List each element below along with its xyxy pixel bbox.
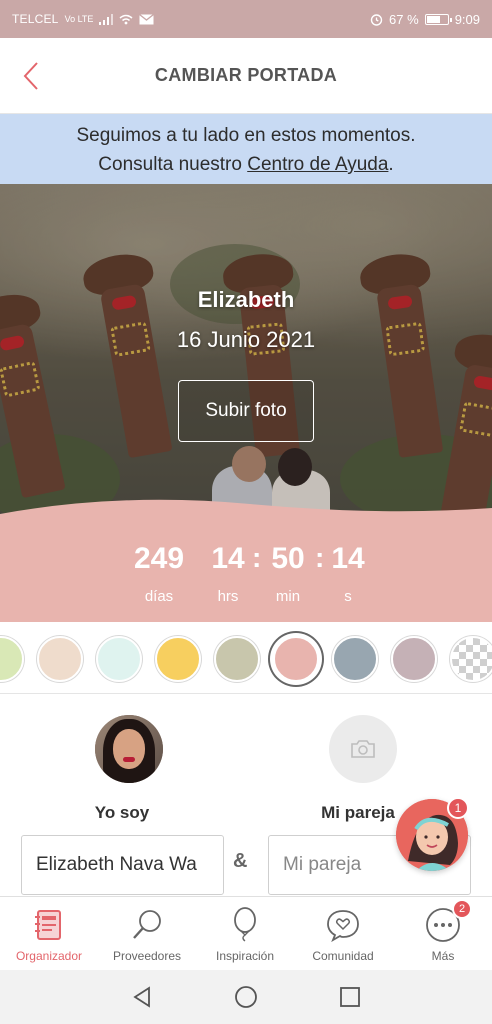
clock: 9:09: [454, 11, 480, 27]
triangle-back-icon: [133, 986, 150, 1008]
color-swatch[interactable]: [96, 636, 142, 682]
system-navigation-bar: [0, 970, 492, 1024]
banner-prefix: Consulta nuestro: [98, 154, 248, 175]
nav-comunidad[interactable]: Comunidad: [294, 897, 392, 971]
mail-icon: [139, 13, 155, 24]
countdown-days: 249: [133, 542, 185, 575]
countdown-seconds-label: s: [344, 588, 352, 605]
banner-suffix: .: [388, 154, 394, 175]
countdown: 249 14 : 50 : 14 días hrs min s: [0, 498, 492, 622]
square-recents-icon: [340, 987, 360, 1007]
color-swatch[interactable]: [155, 636, 201, 682]
circle-home-icon: [235, 986, 257, 1008]
countdown-minutes-label: min: [275, 588, 301, 605]
countdown-values: 249 14 : 50 : 14 días hrs min s: [0, 542, 492, 612]
cover-name: Elizabeth: [197, 287, 295, 312]
nav-organizador[interactable]: Organizador: [0, 897, 98, 971]
nav-label: Proveedores: [112, 949, 182, 963]
wifi-icon: [119, 14, 133, 24]
cover-photo: Elizabeth 16 Junio 2021 Subir foto: [0, 184, 492, 514]
balloon-icon: [225, 905, 265, 945]
avatar[interactable]: [95, 715, 163, 783]
color-swatch[interactable]: [332, 636, 378, 682]
upload-photo-button[interactable]: Subir foto: [178, 380, 314, 442]
system-back-button[interactable]: [128, 983, 156, 1011]
color-swatch[interactable]: [273, 636, 319, 682]
page-title: CAMBIAR PORTADA: [154, 65, 338, 85]
notification-badge: 2: [452, 899, 472, 919]
countdown-seconds: 14: [331, 542, 365, 575]
countdown-separator: :: [315, 542, 325, 573]
bottom-navigation: Organizador Proveedores Inspiración Comu…: [0, 896, 492, 970]
countdown-days-label: días: [144, 588, 174, 605]
partner-photo-button[interactable]: [329, 715, 397, 783]
nav-label: Comunidad: [312, 949, 374, 963]
community-heart-icon: [323, 905, 363, 945]
back-button[interactable]: [14, 58, 48, 94]
signal-icon: [99, 13, 114, 25]
swatch-transparent[interactable]: [450, 636, 492, 682]
countdown-separator: :: [252, 542, 262, 573]
network-type: Vo LTE: [64, 13, 94, 24]
nav-label: Organizador: [15, 949, 83, 963]
organizer-icon: [29, 905, 69, 945]
system-home-button[interactable]: [232, 983, 260, 1011]
color-swatch-picker: [0, 622, 492, 694]
help-banner: Seguimos a tu lado en estos momentos. Co…: [0, 114, 492, 184]
battery-percent: 67 %: [389, 11, 419, 27]
help-center-link[interactable]: Centro de Ayuda: [247, 154, 388, 175]
nav-label: Inspiración: [215, 949, 275, 963]
color-swatch[interactable]: [214, 636, 260, 682]
wedding-date: 16 Junio 2021: [176, 327, 316, 352]
battery-icon: [424, 13, 452, 25]
countdown-hours-label: hrs: [217, 588, 239, 605]
countdown-minutes: 50: [271, 542, 305, 575]
color-swatch[interactable]: [37, 636, 83, 682]
status-bar: TELCEL Vo LTE 67 % 9:09: [0, 0, 492, 38]
color-swatch[interactable]: [0, 636, 24, 682]
camera-icon: [351, 740, 375, 758]
chat-notification-badge: 1: [447, 797, 469, 819]
ampersand: &: [233, 850, 248, 872]
nav-mas[interactable]: Más 2: [394, 897, 492, 971]
nav-inspiracion[interactable]: Inspiración: [196, 897, 294, 971]
chevron-left-icon: [23, 62, 38, 90]
system-recents-button[interactable]: [336, 983, 364, 1011]
nav-label: Más: [431, 949, 455, 963]
search-icon: [127, 905, 167, 945]
my-name-field[interactable]: Elizabeth Nava Wa: [21, 835, 224, 895]
banner-line-1: Seguimos a tu lado en estos momentos.: [76, 125, 416, 146]
countdown-hours: 14: [211, 542, 245, 575]
carrier-name: TELCEL: [12, 12, 59, 26]
color-swatch[interactable]: [391, 636, 437, 682]
banner-line-2: Consulta nuestro Centro de Ayuda.: [0, 150, 492, 179]
nav-proveedores[interactable]: Proveedores: [98, 897, 196, 971]
app-header: CAMBIAR PORTADA: [0, 38, 492, 114]
me-label: Yo soy: [94, 803, 150, 822]
alarm-icon: [370, 13, 383, 26]
